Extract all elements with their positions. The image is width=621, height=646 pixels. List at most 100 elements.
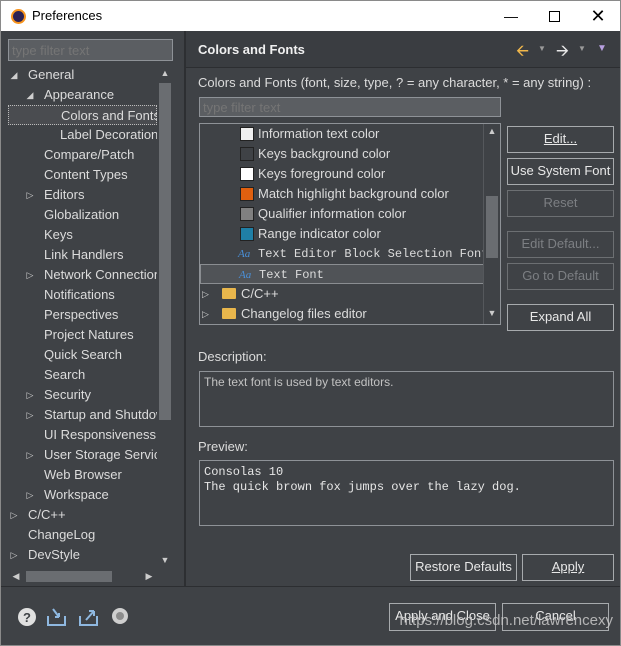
scrollbar-thumb[interactable] xyxy=(159,83,171,420)
preferences-tree[interactable]: ◢ General ◢ Appearance Colors and Fonts Label… xyxy=(8,65,157,568)
colors-fonts-item[interactable]: Aa Text Editor Block Selection Font xyxy=(200,244,488,264)
tree-item-label: C/C++ xyxy=(28,507,66,522)
tree-item[interactable]: Web Browser xyxy=(8,465,157,485)
back-arrow-icon[interactable]: 🡨 xyxy=(516,40,529,67)
colors-fonts-item-label: Keys foreground color xyxy=(258,166,386,181)
colors-fonts-item[interactable]: Match highlight background color xyxy=(200,184,484,204)
hscrollbar-thumb[interactable] xyxy=(26,571,112,582)
tree-item[interactable]: ChangeLog xyxy=(8,525,157,545)
go-to-default-button[interactable]: Go to Default xyxy=(507,263,614,290)
expanded-arrow-icon[interactable]: ◢ xyxy=(24,85,36,105)
tree-item[interactable]: ◢ Appearance xyxy=(8,85,157,105)
view-menu-chevron-down-icon[interactable]: ▼ xyxy=(597,43,607,54)
colors-fonts-item[interactable]: Keys background color xyxy=(200,144,484,164)
scroll-up-arrow-icon[interactable]: ▲ xyxy=(484,126,500,136)
tree-item[interactable]: ▷ Security xyxy=(8,385,157,405)
tree-item[interactable]: UI Responsiveness xyxy=(8,425,157,445)
colors-fonts-item[interactable]: ▷ C/C++ xyxy=(200,284,484,304)
tree-item[interactable]: Perspectives xyxy=(8,305,157,325)
tree-item[interactable]: Colors and Fonts xyxy=(8,105,157,125)
tree-item[interactable]: Compare/Patch xyxy=(8,145,157,165)
svg-text:?: ? xyxy=(23,610,31,625)
edit-button[interactable]: Edit... xyxy=(507,126,614,153)
collapsed-arrow-icon[interactable]: ▷ xyxy=(202,304,209,324)
tree-item[interactable]: ▷ Startup and Shutdown xyxy=(8,405,157,425)
record-icon[interactable] xyxy=(110,606,132,628)
colors-fonts-item-label: Match highlight background color xyxy=(258,186,449,201)
colors-fonts-item[interactable]: Range indicator color xyxy=(200,224,484,244)
colors-fonts-filter-input[interactable] xyxy=(199,97,501,117)
forward-dropdown-chevron-down-icon[interactable]: ▼ xyxy=(578,44,586,53)
tree-vertical-scrollbar[interactable]: ▲ ▼ xyxy=(157,65,173,568)
reset-button[interactable]: Reset xyxy=(507,190,614,217)
page-title: Colors and Fonts xyxy=(198,42,305,57)
color-swatch-icon xyxy=(240,127,254,141)
tree-item-label: Link Handlers xyxy=(44,247,124,262)
collapsed-arrow-icon[interactable]: ▷ xyxy=(8,505,20,525)
scroll-down-arrow-icon[interactable]: ▼ xyxy=(157,552,173,568)
colors-fonts-item[interactable]: Information text color xyxy=(200,124,484,144)
description-text: The text font is used by text editors. xyxy=(204,375,394,389)
tree-item[interactable]: ◢ General xyxy=(8,65,157,85)
tree-item-label: Project Natures xyxy=(44,327,134,342)
colors-fonts-vertical-scrollbar[interactable]: ▲ ▼ xyxy=(483,124,500,324)
collapsed-arrow-icon[interactable]: ▷ xyxy=(24,385,36,405)
apply-button[interactable]: Apply xyxy=(522,554,614,581)
scroll-up-arrow-icon[interactable]: ▲ xyxy=(157,65,173,81)
page-header: Colors and Fonts 🡨 ▼ 🡪 ▼ ▼ xyxy=(186,31,620,68)
collapsed-arrow-icon[interactable]: ▷ xyxy=(24,405,36,425)
help-icon[interactable]: ? xyxy=(17,606,39,628)
collapsed-arrow-icon[interactable]: ▷ xyxy=(24,445,36,465)
collapsed-arrow-icon[interactable]: ▷ xyxy=(24,265,36,285)
tree-item[interactable]: ▷ C/C++ xyxy=(8,505,157,525)
colors-fonts-item[interactable]: Aa Text Font xyxy=(200,264,484,284)
use-system-font-button[interactable]: Use System Font xyxy=(507,158,614,185)
minimize-button[interactable]: — xyxy=(489,1,533,31)
colors-fonts-item-label: Qualifier information color xyxy=(258,206,407,221)
scroll-down-arrow-icon[interactable]: ▼ xyxy=(484,308,500,318)
tree-item[interactable]: ▷ Network Connections xyxy=(8,265,157,285)
collapsed-arrow-icon[interactable]: ▷ xyxy=(8,545,20,565)
forward-arrow-icon[interactable]: 🡪 xyxy=(556,40,569,67)
tree-item[interactable]: Search xyxy=(8,365,157,385)
tree-item[interactable]: ▷ User Storage Service xyxy=(8,445,157,465)
tree-item[interactable]: ▷ Editors xyxy=(8,185,157,205)
restore-defaults-button[interactable]: Restore Defaults xyxy=(410,554,517,581)
tree-item[interactable]: Quick Search xyxy=(8,345,157,365)
colors-fonts-item-label: Range indicator color xyxy=(258,226,381,241)
expand-all-button[interactable]: Expand All xyxy=(507,304,614,331)
colors-fonts-item[interactable]: ▷ Changelog files editor xyxy=(200,304,484,324)
scroll-right-arrow-icon[interactable]: ▶ xyxy=(141,568,157,585)
window-title: Preferences xyxy=(32,8,103,23)
tree-horizontal-scrollbar[interactable]: ◀ ▶ xyxy=(8,568,173,585)
collapsed-arrow-icon[interactable]: ▷ xyxy=(202,284,209,304)
colors-fonts-item-label: C/C++ xyxy=(241,286,279,301)
expanded-arrow-icon[interactable]: ◢ xyxy=(8,65,20,85)
tree-item[interactable]: Notifications xyxy=(8,285,157,305)
title-bar: Preferences — ✕ xyxy=(0,0,621,31)
import-icon[interactable] xyxy=(45,606,67,628)
tree-item[interactable]: Link Handlers xyxy=(8,245,157,265)
tree-item-label: Content Types xyxy=(44,167,128,182)
pane-divider[interactable] xyxy=(184,31,186,586)
colors-fonts-tree[interactable]: Information text color Keys background co… xyxy=(199,123,501,325)
scroll-left-arrow-icon[interactable]: ◀ xyxy=(8,568,24,585)
close-button[interactable]: ✕ xyxy=(576,1,620,31)
export-icon[interactable] xyxy=(77,606,99,628)
tree-item[interactable]: Content Types xyxy=(8,165,157,185)
back-dropdown-chevron-down-icon[interactable]: ▼ xyxy=(538,44,546,53)
edit-default-button[interactable]: Edit Default... xyxy=(507,231,614,258)
collapsed-arrow-icon[interactable]: ▷ xyxy=(24,485,36,505)
tree-item[interactable]: Project Natures xyxy=(8,325,157,345)
maximize-button[interactable] xyxy=(532,1,576,31)
colors-fonts-item[interactable]: Keys foreground color xyxy=(200,164,484,184)
tree-item[interactable]: Keys xyxy=(8,225,157,245)
tree-item[interactable]: Globalization xyxy=(8,205,157,225)
collapsed-arrow-icon[interactable]: ▷ xyxy=(24,185,36,205)
tree-item[interactable]: ▷ DevStyle xyxy=(8,545,157,565)
tree-item[interactable]: ▷ Workspace xyxy=(8,485,157,505)
tree-filter-input[interactable] xyxy=(8,39,173,61)
tree-item[interactable]: Label Decorations xyxy=(8,125,157,145)
colors-fonts-item[interactable]: Qualifier information color xyxy=(200,204,484,224)
scrollbar-thumb[interactable] xyxy=(486,196,498,258)
